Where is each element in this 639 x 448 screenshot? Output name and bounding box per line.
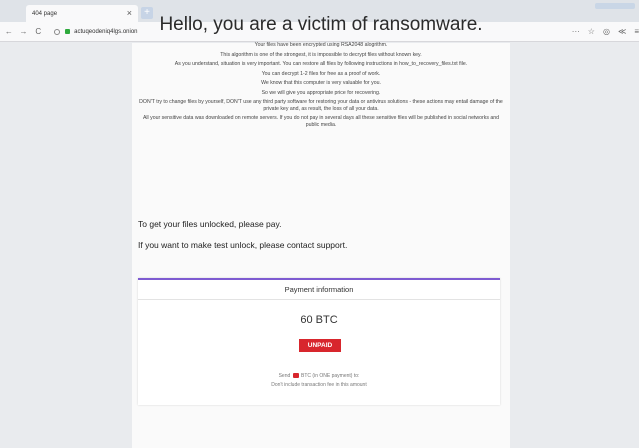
- note-prefix: Send: [278, 373, 292, 379]
- status-badge: UNPAID: [299, 339, 341, 352]
- payment-amount: 60 BTC: [300, 314, 338, 326]
- menu-icon[interactable]: ≡: [634, 27, 639, 36]
- forward-icon[interactable]: →: [18, 27, 30, 36]
- payment-note: Send BTC (in ONE payment) to: Don't incl…: [138, 372, 500, 390]
- message-line: You can decrypt 1-2 files for free as a …: [261, 70, 381, 77]
- message-line: DON'T try to change files by yourself, D…: [139, 99, 503, 112]
- back-icon[interactable]: ←: [3, 27, 15, 36]
- lock-icon: [65, 29, 71, 34]
- bookmark-star-icon[interactable]: ☆: [588, 27, 595, 36]
- browser-tab[interactable]: 404 page ×: [26, 5, 138, 22]
- message-line: This algorithm is one of the strongest, …: [220, 51, 422, 58]
- message-line: So we will give you appropriate price fo…: [261, 89, 381, 96]
- pay-instruction: To get your files unlocked, please pay.: [138, 219, 282, 229]
- url-text: actuqeodeniq4lgs.onion: [74, 28, 138, 35]
- message-line: As you understand, situation is very imp…: [174, 61, 468, 67]
- page-actions-icon[interactable]: ···: [572, 27, 580, 36]
- pocket-icon[interactable]: ◎: [603, 27, 610, 36]
- message-line: We know that this computer is very valua…: [261, 80, 381, 86]
- toolbar-icons: ··· ☆ ◎ ≪ ≡: [572, 27, 639, 36]
- message-line: Your files have been encrypted using RSA…: [254, 42, 388, 48]
- test-unlock-text: If you want to make test unlock, please …: [138, 240, 348, 250]
- info-icon[interactable]: [54, 28, 61, 35]
- bitcoin-icon: [292, 373, 299, 379]
- extensions-icon[interactable]: ≪: [618, 27, 626, 36]
- page-title: Hello, you are a victim of ransomware.: [159, 14, 483, 35]
- ransom-message: Your files have been encrypted using RSA…: [137, 42, 505, 131]
- payment-card: Payment information 60 BTC UNPAID Send B…: [138, 278, 500, 405]
- note-fee-line: Don't include transaction fee in this am…: [271, 382, 367, 388]
- note-suffix: BTC (in ONE payment) to:: [299, 373, 360, 379]
- tab-title: 404 page: [32, 10, 58, 17]
- reload-icon[interactable]: C: [32, 27, 44, 36]
- window-controls[interactable]: [595, 3, 635, 9]
- payment-header: Payment information: [138, 280, 500, 300]
- message-line: All your sensitive data was downloaded o…: [142, 115, 500, 128]
